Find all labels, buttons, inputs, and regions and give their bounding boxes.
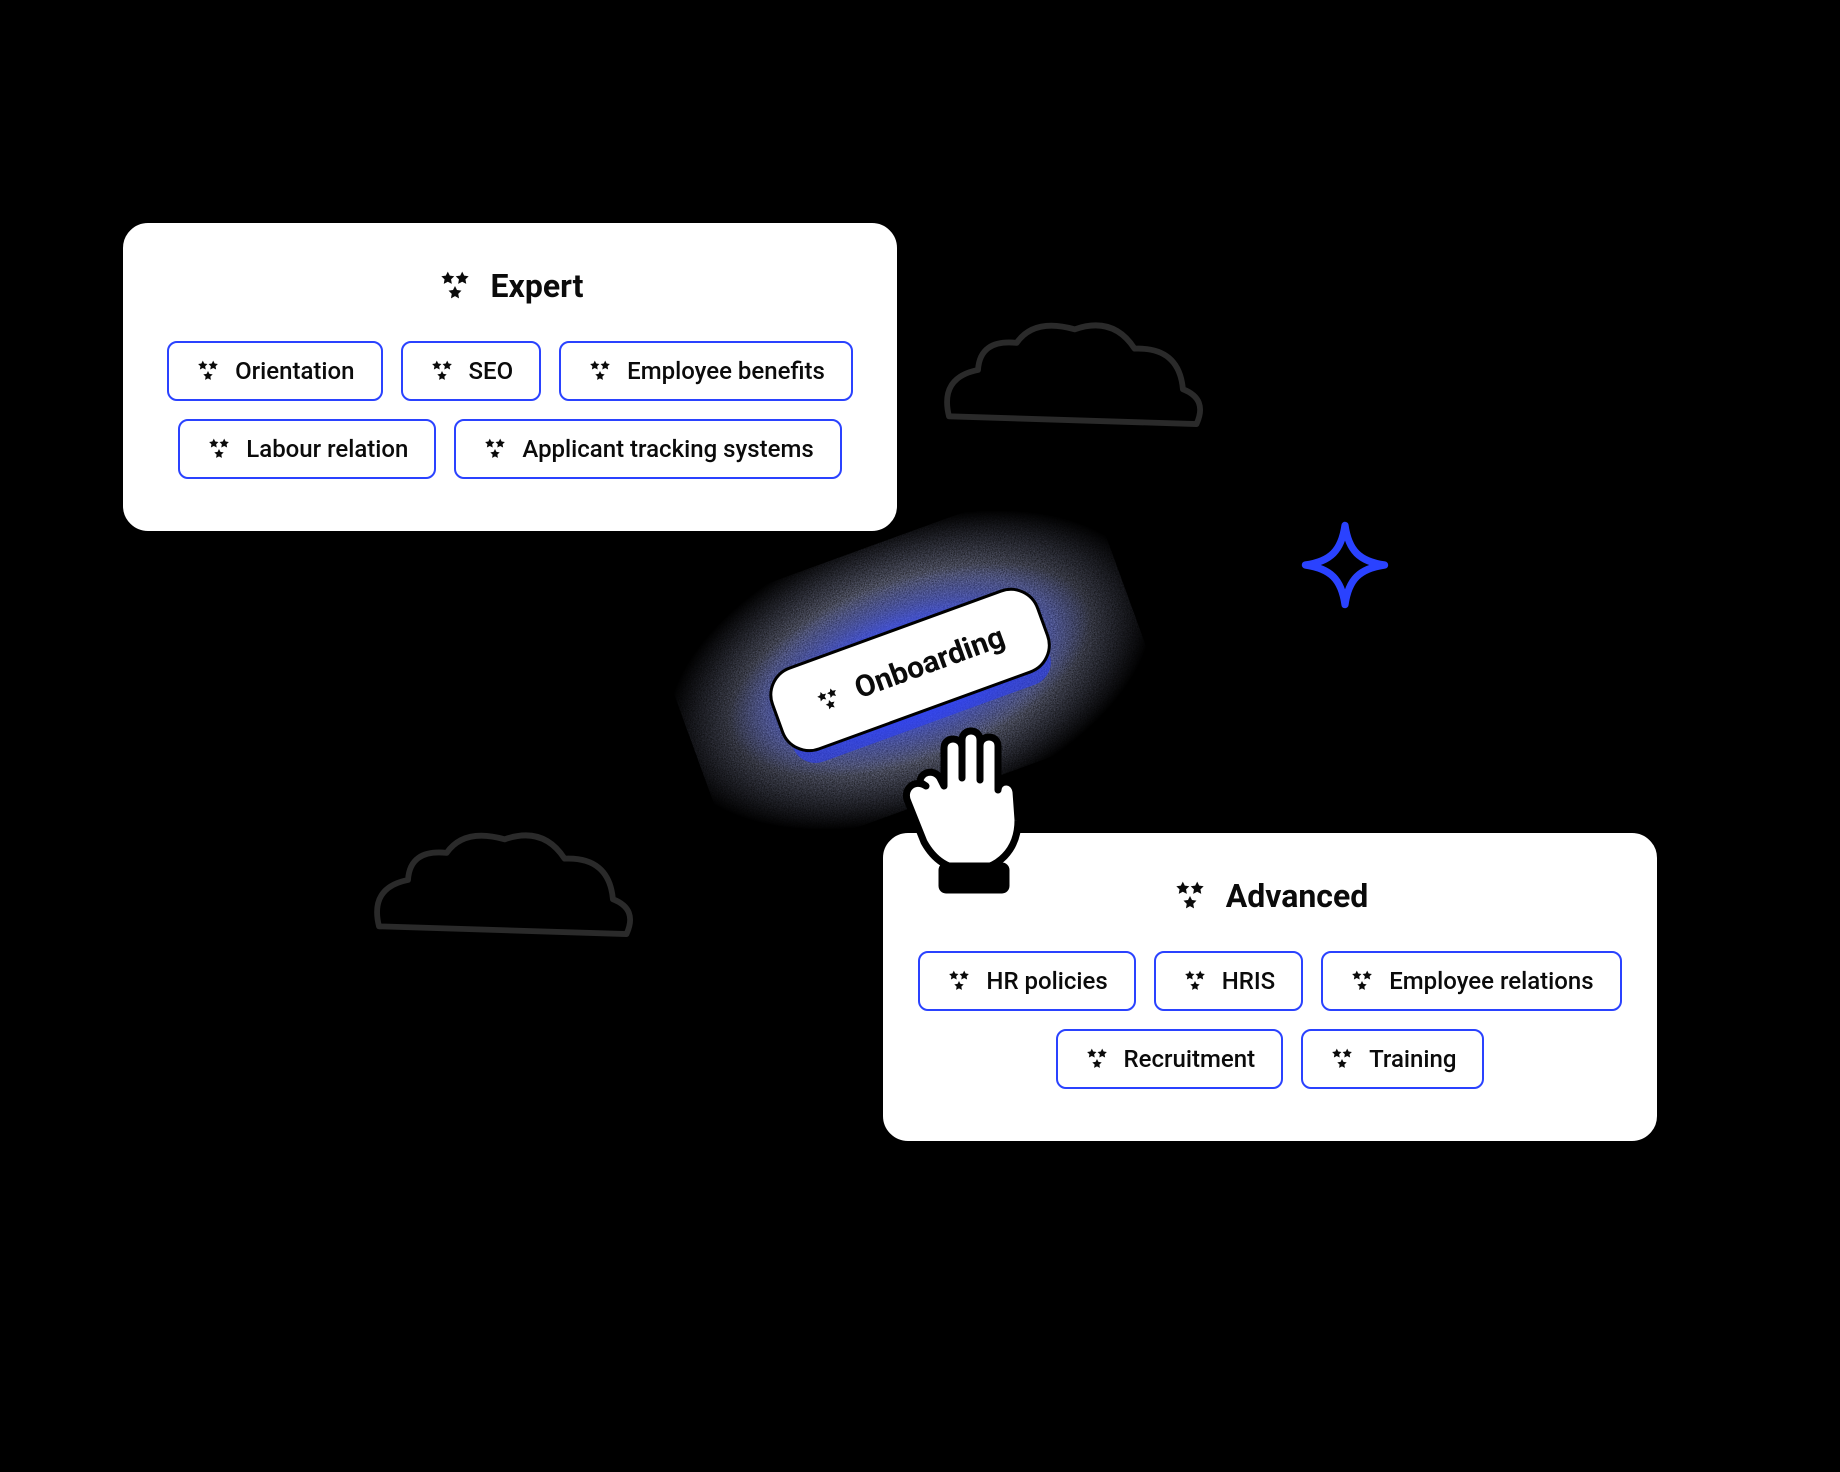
expert-title: Expert [437,267,584,305]
stars-icon [1349,968,1375,994]
expert-title-text: Expert [491,267,584,305]
chip-orientation[interactable]: Orientation [167,341,382,401]
chip-label: Training [1369,1045,1456,1073]
cloud-icon [920,310,1210,445]
chip-employee-benefits[interactable]: Employee benefits [559,341,853,401]
advanced-title: Advanced [1172,877,1369,915]
stars-icon [1084,1046,1110,1072]
chip-training[interactable]: Training [1301,1029,1484,1089]
stars-icon [1172,878,1208,914]
chip-hris[interactable]: HRIS [1154,951,1303,1011]
chip-label: SEO [469,357,514,385]
chip-label: Recruitment [1124,1045,1256,1073]
chip-employee-relations[interactable]: Employee relations [1321,951,1621,1011]
stars-icon [437,268,473,304]
chip-label: Orientation [235,357,354,385]
chip-label: HR policies [986,967,1107,995]
chip-label: Labour relation [246,435,408,463]
cloud-icon [350,820,640,955]
stars-icon [429,358,455,384]
expert-panel: Expert Orientation SEO Employee benefits [120,220,900,534]
stars-icon [1182,968,1208,994]
sparkle-icon [1300,520,1390,610]
chip-recruitment[interactable]: Recruitment [1056,1029,1284,1089]
chip-label: Applicant tracking systems [522,435,813,463]
chip-hr-policies[interactable]: HR policies [918,951,1135,1011]
stars-icon [206,436,232,462]
chip-labour-relation[interactable]: Labour relation [178,419,436,479]
stars-icon [946,968,972,994]
stars-icon [587,358,613,384]
stars-icon [812,683,845,716]
stars-icon [482,436,508,462]
chip-seo[interactable]: SEO [401,341,542,401]
chip-label: HRIS [1222,967,1275,995]
stars-icon [1329,1046,1355,1072]
chip-ats[interactable]: Applicant tracking systems [454,419,841,479]
grab-hand-icon [880,690,1050,900]
chip-label: Employee relations [1389,967,1593,995]
advanced-title-text: Advanced [1226,877,1369,915]
stars-icon [195,358,221,384]
chip-label: Employee benefits [627,357,825,385]
